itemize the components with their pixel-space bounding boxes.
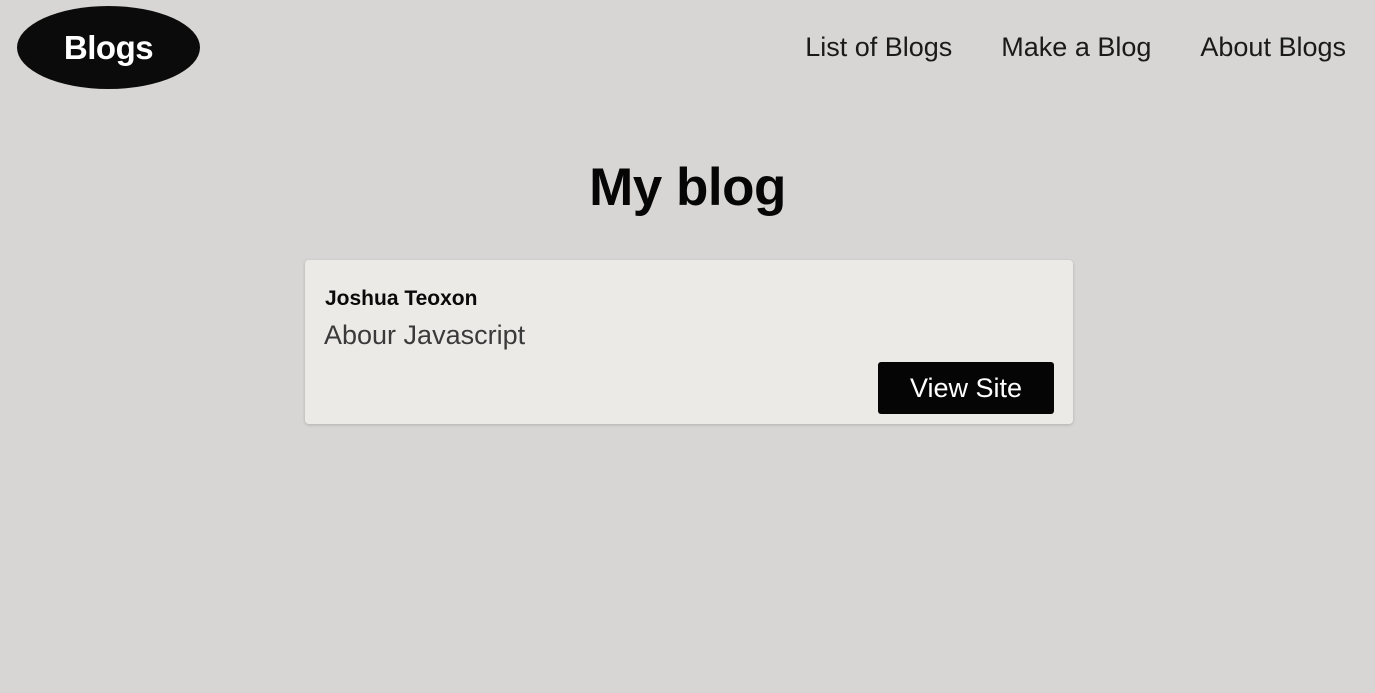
page-title: My blog (589, 158, 786, 217)
view-site-button[interactable]: View Site (878, 362, 1054, 414)
nav-link-list-of-blogs[interactable]: List of Blogs (805, 32, 952, 63)
blog-card: Joshua Teoxon Abour Javascript View Site (305, 260, 1073, 424)
nav-link-make-a-blog[interactable]: Make a Blog (1001, 32, 1151, 63)
logo-link[interactable]: Blogs (17, 6, 200, 89)
blog-author: Joshua Teoxon (325, 287, 478, 310)
page: Blogs List of Blogs Make a Blog About Bl… (0, 0, 1375, 693)
blog-description: Abour Javascript (324, 320, 526, 350)
main-nav: List of Blogs Make a Blog About Blogs (805, 28, 1346, 66)
nav-link-about-blogs[interactable]: About Blogs (1200, 32, 1346, 63)
